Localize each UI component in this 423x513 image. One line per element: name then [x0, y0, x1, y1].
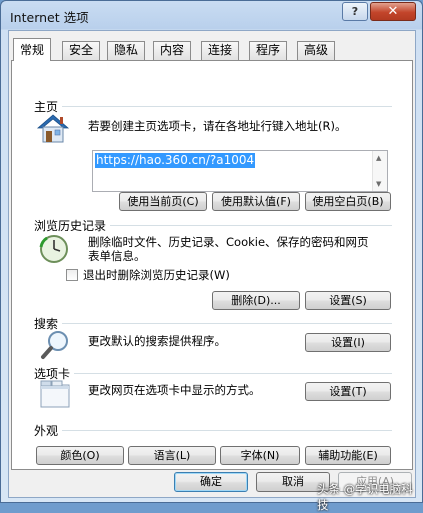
tabs-window-icon	[38, 379, 72, 412]
home-url-text[interactable]: https://hao.360.cn/?a1004	[95, 153, 256, 168]
internet-options-window: Internet 选项 ? ✕ 常规 安全 隐私 内容 连接 程序 高级 主页	[0, 0, 423, 512]
use-current-button[interactable]: 使用当前页(C)	[119, 192, 207, 211]
ok-button[interactable]: 确定	[174, 472, 248, 492]
history-clock-icon	[38, 233, 70, 268]
appearance-separator	[62, 430, 392, 431]
search-settings-button[interactable]: 设置(I)	[305, 333, 391, 352]
history-separator	[110, 225, 392, 226]
tab-connections[interactable]: 连接	[201, 41, 240, 60]
scroll-up-arrow-icon[interactable]: ▲	[376, 154, 381, 162]
house-icon	[36, 113, 70, 148]
magnifier-icon	[40, 329, 72, 364]
tab-general[interactable]: 常规	[13, 38, 52, 61]
search-separator	[62, 323, 392, 324]
dialog-body: 常规 安全 隐私 内容 连接 程序 高级 主页 若要创建主页选项卡，请在各地址行	[8, 30, 416, 498]
watermark-text: 头条 @学识电脑科技	[317, 482, 413, 512]
delete-on-exit-label[interactable]: 退出时删除浏览历史记录(W)	[83, 267, 230, 283]
fonts-button[interactable]: 字体(N)	[220, 446, 300, 465]
search-description: 更改默认的搜索提供程序。	[88, 334, 226, 348]
window-title: Internet 选项	[10, 10, 89, 25]
tab-advanced[interactable]: 高级	[297, 41, 336, 60]
colors-button[interactable]: 颜色(O)	[36, 446, 124, 465]
tabs-settings-button[interactable]: 设置(T)	[305, 382, 391, 401]
tab-privacy[interactable]: 隐私	[107, 41, 146, 60]
tab-security[interactable]: 安全	[62, 41, 101, 60]
home-description: 若要创建主页选项卡，请在各地址行键入地址(R)。	[88, 119, 347, 133]
tab-content[interactable]: 内容	[153, 41, 192, 60]
general-tab-panel: 主页 若要创建主页选项卡，请在各地址行键入地址(R)。 https://hao.…	[11, 60, 413, 470]
scroll-down-arrow-icon[interactable]: ▼	[376, 180, 381, 188]
history-description-line2: 表单信息。	[88, 249, 146, 263]
history-title: 浏览历史记录	[34, 219, 107, 233]
tabs-separator	[74, 373, 392, 374]
url-scrollbar[interactable]: ▲ ▼	[372, 151, 387, 191]
tabs-description: 更改网页在选项卡中显示的方式。	[88, 383, 261, 397]
home-url-field[interactable]: https://hao.360.cn/?a1004 ▲ ▼	[92, 150, 388, 192]
title-bar[interactable]: Internet 选项 ? ✕	[1, 1, 422, 29]
help-button[interactable]: ?	[342, 2, 368, 21]
accessibility-button[interactable]: 辅助功能(E)	[305, 446, 391, 465]
history-settings-button[interactable]: 设置(S)	[305, 291, 391, 310]
use-default-button[interactable]: 使用默认值(F)	[212, 192, 300, 211]
history-description-line1: 删除临时文件、历史记录、Cookie、保存的密码和网页	[88, 235, 369, 249]
close-button[interactable]: ✕	[370, 2, 416, 21]
languages-button[interactable]: 语言(L)	[128, 446, 216, 465]
delete-on-exit-checkbox[interactable]	[66, 269, 78, 281]
use-blank-button[interactable]: 使用空白页(B)	[305, 192, 391, 211]
delete-history-button[interactable]: 删除(D)...	[212, 291, 300, 310]
home-separator	[62, 106, 392, 107]
appearance-title: 外观	[34, 424, 59, 438]
tab-programs[interactable]: 程序	[249, 41, 288, 60]
